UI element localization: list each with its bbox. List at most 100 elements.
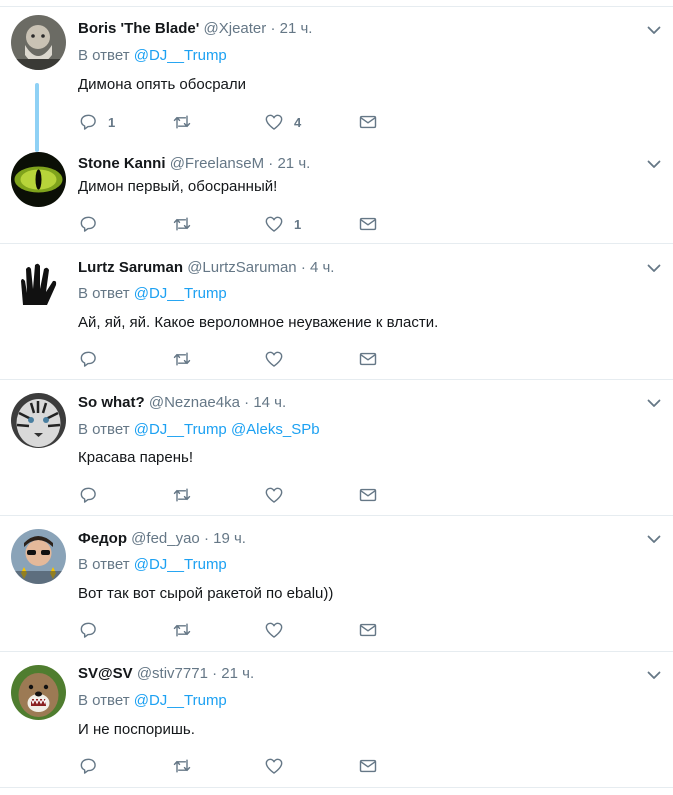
tweet[interactable]: Федор @fed_yao · 19 ч. В ответ @DJ__Trum…: [0, 516, 673, 652]
chevron-down-icon[interactable]: [646, 531, 662, 547]
envelope-icon: [358, 214, 378, 234]
tweet-text: Ай, яй, яй. Какое вероломное неуважение …: [78, 314, 439, 331]
direct-message-button[interactable]: [358, 213, 378, 235]
reply-button[interactable]: [78, 484, 108, 506]
tweet-header: So what? @Neznae4ka · 14 ч.: [78, 393, 286, 413]
like-button[interactable]: [264, 348, 294, 370]
tweet-text: Димона опять обосрали: [78, 76, 247, 93]
timestamp[interactable]: 19 ч.: [213, 530, 246, 547]
tweet[interactable]: SV@SV @stiv7771 · 21 ч. В ответ @DJ__Tru…: [0, 652, 673, 788]
reply-icon: [78, 485, 98, 505]
heart-icon: [264, 349, 284, 369]
reply-context: В ответ @DJ__Trump: [78, 46, 227, 66]
author-handle[interactable]: @LurtzSaruman: [187, 259, 296, 276]
direct-message-button[interactable]: [358, 348, 378, 370]
chevron-down-icon[interactable]: [646, 667, 662, 683]
reply-button[interactable]: [78, 619, 108, 641]
avatar[interactable]: [11, 15, 66, 70]
reply-button[interactable]: [78, 755, 108, 777]
reply-mention-link[interactable]: @Aleks_SPb: [231, 421, 320, 438]
author-handle[interactable]: @Neznae4ka: [149, 394, 240, 411]
tweet-feed: Boris 'The Blade' @Xjeater · 21 ч. В отв…: [0, 0, 673, 795]
avatar[interactable]: [11, 393, 66, 448]
reply-button[interactable]: [78, 348, 108, 370]
author-handle[interactable]: @fed_yao: [131, 530, 200, 547]
tweet-header: Lurtz Saruman @LurtzSaruman · 4 ч.: [78, 258, 334, 278]
tweet-text: Вот так вот сырой ракетой по ebalu)): [78, 585, 334, 602]
like-button[interactable]: [264, 619, 294, 641]
author-handle[interactable]: @Xjeater: [204, 20, 267, 37]
tweet[interactable]: So what? @Neznae4ka · 14 ч. В ответ @DJ_…: [0, 380, 673, 516]
reply-button[interactable]: 1: [78, 111, 115, 133]
like-button[interactable]: 4: [264, 111, 301, 133]
timestamp[interactable]: 21 ч.: [277, 155, 310, 172]
avatar[interactable]: [11, 152, 66, 207]
retweet-button[interactable]: [172, 213, 202, 235]
tweet[interactable]: Boris 'The Blade' @Xjeater · 21 ч. В отв…: [0, 7, 673, 152]
retweet-button[interactable]: [172, 755, 202, 777]
like-button[interactable]: [264, 755, 294, 777]
reply-icon: [78, 112, 98, 132]
reply-icon: [78, 620, 98, 640]
tweet-header: Stone Kanni @FreelanseM · 21 ч.: [78, 154, 310, 174]
direct-message-button[interactable]: [358, 619, 378, 641]
chevron-down-icon[interactable]: [646, 395, 662, 411]
retweet-button[interactable]: [172, 619, 202, 641]
tweet-header: Boris 'The Blade' @Xjeater · 21 ч.: [78, 19, 312, 39]
reply-mention-link[interactable]: @DJ__Trump: [134, 692, 227, 709]
envelope-icon: [358, 112, 378, 132]
tweet-actions: [78, 619, 398, 641]
retweet-button[interactable]: [172, 111, 202, 133]
author-name[interactable]: Lurtz Saruman: [78, 259, 183, 276]
reply-mention-link[interactable]: @DJ__Trump: [134, 556, 227, 573]
like-count: 4: [294, 114, 302, 130]
reply-mention-link[interactable]: @DJ__Trump: [134, 47, 227, 64]
author-handle[interactable]: @FreelanseM: [170, 155, 264, 172]
like-button[interactable]: 1: [264, 213, 301, 235]
timestamp[interactable]: 14 ч.: [253, 394, 286, 411]
author-name[interactable]: Boris 'The Blade': [78, 20, 199, 37]
avatar[interactable]: [11, 257, 66, 312]
avatar[interactable]: [11, 665, 66, 720]
direct-message-button[interactable]: [358, 111, 378, 133]
author-handle[interactable]: @stiv7771: [137, 665, 208, 682]
heart-icon: [264, 620, 284, 640]
tweet-actions: [78, 484, 398, 506]
author-name[interactable]: Stone Kanni: [78, 155, 166, 172]
author-name[interactable]: SV@SV: [78, 665, 133, 682]
heart-icon: [264, 756, 284, 776]
timestamp[interactable]: 21 ч.: [221, 665, 254, 682]
tweet[interactable]: Lurtz Saruman @LurtzSaruman · 4 ч. В отв…: [0, 244, 673, 380]
retweet-button[interactable]: [172, 484, 202, 506]
reply-mention-link[interactable]: @DJ__Trump: [134, 285, 227, 302]
reply-icon: [78, 214, 98, 234]
reply-mention-link[interactable]: @DJ__Trump: [134, 421, 227, 438]
author-name[interactable]: Федор: [78, 530, 127, 547]
chevron-down-icon[interactable]: [646, 156, 662, 172]
like-button[interactable]: [264, 484, 294, 506]
separator: ·: [300, 259, 306, 276]
heart-icon: [264, 214, 284, 234]
avatar[interactable]: [11, 529, 66, 584]
chevron-down-icon[interactable]: [646, 22, 662, 38]
retweet-button[interactable]: [172, 348, 202, 370]
tweet-actions: [78, 755, 398, 777]
direct-message-button[interactable]: [358, 484, 378, 506]
chevron-down-icon[interactable]: [646, 260, 662, 276]
reply-prefix: В ответ: [78, 285, 130, 302]
tweet-actions: 1: [78, 213, 398, 235]
reply-icon: [78, 756, 98, 776]
envelope-icon: [358, 485, 378, 505]
timestamp[interactable]: 21 ч.: [280, 20, 313, 37]
reply-icon: [78, 349, 98, 369]
reply-button[interactable]: [78, 213, 108, 235]
timestamp[interactable]: 4 ч.: [310, 259, 335, 276]
like-count: 1: [294, 216, 302, 232]
direct-message-button[interactable]: [358, 755, 378, 777]
heart-icon: [264, 112, 284, 132]
author-name[interactable]: So what?: [78, 394, 145, 411]
envelope-icon: [358, 620, 378, 640]
tweet[interactable]: Stone Kanni @FreelanseM · 21 ч. Димон пе…: [0, 145, 673, 244]
separator: ·: [270, 20, 276, 37]
tweet-text: Димон первый, обосранный!: [78, 178, 278, 195]
